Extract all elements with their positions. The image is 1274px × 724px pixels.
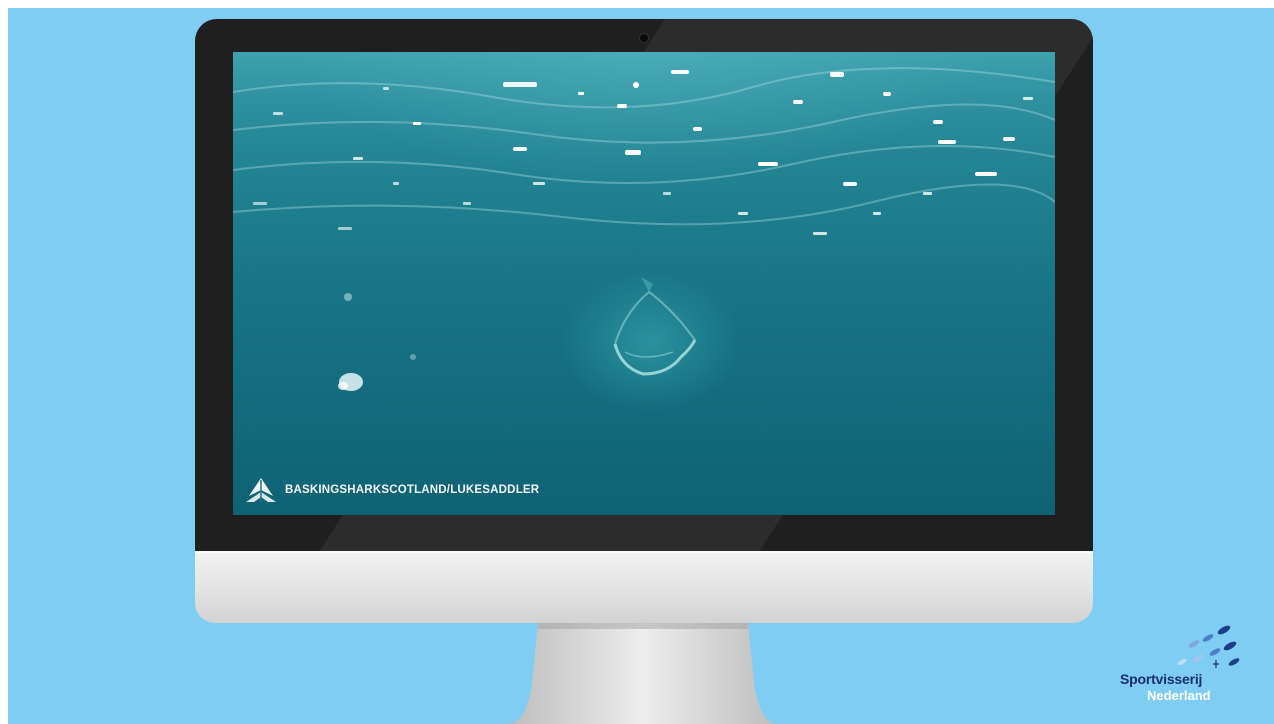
monitor: BASKINGSHARKSCOTLAND/LUKESADDLER bbox=[195, 19, 1093, 623]
page-background: BASKINGSHARKSCOTLAND/LUKESADDLER Sportvi… bbox=[8, 8, 1274, 724]
monitor-bezel: BASKINGSHARKSCOTLAND/LUKESADDLER bbox=[195, 19, 1093, 551]
sportvisserij-logo: Sportvisserij Nederland bbox=[1120, 622, 1250, 707]
shark-fin-logo-icon bbox=[246, 478, 276, 502]
logo-text-sportvisserij: Sportvisserij bbox=[1120, 671, 1203, 687]
webcam-icon bbox=[640, 34, 648, 42]
video-credit-text: BASKINGSHARKSCOTLAND/LUKESADDLER bbox=[285, 484, 540, 496]
video-image bbox=[233, 52, 1055, 412]
video-credit: BASKINGSHARKSCOTLAND/LUKESADDLER bbox=[243, 476, 539, 504]
video-frame[interactable]: BASKINGSHARKSCOTLAND/LUKESADDLER bbox=[233, 52, 1055, 515]
monitor-chin bbox=[195, 551, 1093, 623]
monitor-stand bbox=[508, 623, 778, 724]
fish-logo-icon bbox=[1177, 625, 1240, 668]
logo-text-nederland: Nederland bbox=[1147, 688, 1211, 703]
